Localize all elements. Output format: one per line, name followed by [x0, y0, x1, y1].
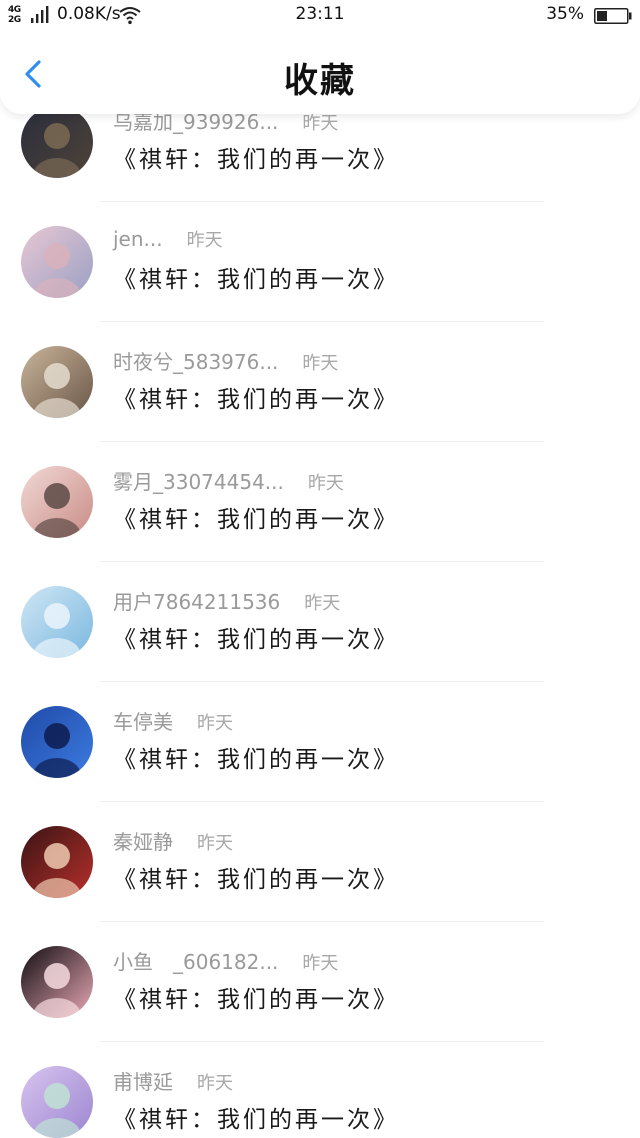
- status-bar: 4G 2G 0.08K/s 23:11 35%: [0, 0, 640, 30]
- book-title[interactable]: 《祺轩：我们的再一次》: [113, 1100, 399, 1134]
- book-title[interactable]: 《祺轩：我们的再一次》: [113, 740, 399, 774]
- list-item[interactable]: 用户7864211536 昨天《祺轩：我们的再一次》: [0, 562, 640, 682]
- item-meta: 甫博延 昨天: [113, 1066, 233, 1094]
- book-title[interactable]: 《祺轩：我们的再一次》: [113, 380, 399, 414]
- item-meta: 用户7864211536 昨天: [113, 586, 340, 614]
- item-meta: jen... 昨天: [113, 226, 223, 254]
- avatar[interactable]: [21, 346, 93, 418]
- item-meta: 小鱼 _606182... 昨天: [113, 946, 338, 974]
- avatar[interactable]: [21, 826, 93, 898]
- book-title[interactable]: 《祺轩：我们的再一次》: [113, 860, 399, 894]
- item-meta: 车停美 昨天: [113, 706, 233, 734]
- book-title[interactable]: 《祺轩：我们的再一次》: [113, 260, 399, 294]
- favorites-list: 乌嘉加_939926... 昨天 《祺轩：我们的再一次》 jen... 昨天 《祺轩：我们…: [0, 82, 640, 1138]
- user-name: 小鱼 _606182...: [113, 950, 279, 974]
- avatar[interactable]: [21, 226, 93, 298]
- list-item[interactable]: 车停美 昨天《祺轩：我们的再一次》: [0, 682, 640, 802]
- list-item[interactable]: 小鱼 _606182... 昨天《祺轩：我们的再一次》: [0, 922, 640, 1042]
- list-item[interactable]: 时夜兮_583976... 昨天《祺轩：我们的再一次》: [0, 322, 640, 442]
- time-label: 昨天: [302, 113, 339, 134]
- page-title: 收藏: [284, 61, 356, 101]
- book-title[interactable]: 《祺轩：我们的再一次》: [113, 620, 399, 654]
- screen: 4G 2G 0.08K/s 23:11 35% 收藏 乌嘉加_939926...…: [0, 0, 640, 1138]
- book-title[interactable]: 《祺轩：我们的再一次》: [113, 980, 399, 1014]
- list-item[interactable]: 秦娅静 昨天《祺轩：我们的再一次》: [0, 802, 640, 922]
- user-name: 甫博延: [113, 1070, 173, 1094]
- time-label: 昨天: [302, 353, 339, 374]
- avatar[interactable]: [21, 586, 93, 658]
- time-label: 昨天: [186, 230, 223, 251]
- user-name: 雾月_33074454...: [113, 470, 284, 494]
- item-meta: 时夜兮_583976... 昨天: [113, 346, 338, 374]
- user-name: 车停美: [113, 710, 173, 734]
- user-name: jen...: [113, 227, 163, 251]
- user-name: 时夜兮_583976...: [113, 350, 279, 374]
- user-name: 用户7864211536: [113, 590, 281, 614]
- time-label: 昨天: [197, 1073, 233, 1094]
- battery-percent: 35%: [546, 4, 584, 24]
- avatar[interactable]: [21, 706, 93, 778]
- item-meta: 秦娅静 昨天: [113, 826, 233, 854]
- book-title[interactable]: 《祺轩：我们的再一次》: [113, 500, 399, 534]
- time-label: 昨天: [307, 473, 344, 494]
- avatar[interactable]: [21, 946, 93, 1018]
- time-label: 昨天: [304, 593, 341, 614]
- battery-icon: [594, 8, 632, 24]
- list-item[interactable]: 甫博延 昨天《祺轩：我们的再一次》: [0, 1042, 640, 1138]
- avatar[interactable]: [21, 106, 93, 178]
- avatar[interactable]: [21, 466, 93, 538]
- status-time: 23:11: [295, 4, 345, 24]
- time-label: 昨天: [197, 713, 233, 734]
- avatar[interactable]: [21, 1066, 93, 1138]
- list-item[interactable]: 雾月_33074454... 昨天《祺轩：我们的再一次》: [0, 442, 640, 562]
- book-title[interactable]: 《祺轩：我们的再一次》: [113, 140, 399, 174]
- time-label: 昨天: [197, 833, 233, 854]
- item-meta: 雾月_33074454... 昨天: [113, 466, 344, 494]
- user-name: 秦娅静: [113, 830, 173, 854]
- page-header: 收藏: [0, 30, 640, 114]
- list-item[interactable]: jen... 昨天《祺轩：我们的再一次》: [0, 202, 640, 322]
- time-label: 昨天: [302, 953, 339, 974]
